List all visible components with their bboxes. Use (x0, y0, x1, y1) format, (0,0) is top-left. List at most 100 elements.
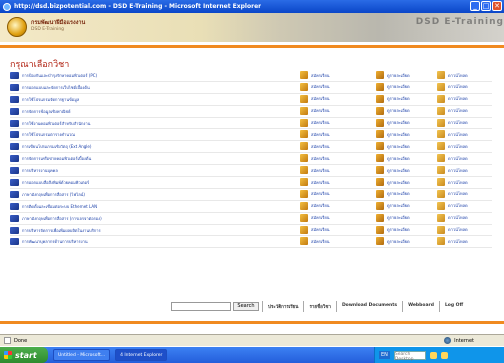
view-link[interactable]: ดูรายละเอียด (387, 202, 410, 209)
register-link[interactable]: สมัครเรียน (311, 83, 330, 90)
register-action[interactable]: สมัครเรียน (300, 201, 330, 210)
register-action[interactable]: สมัครเรียน (300, 94, 330, 103)
register-link[interactable]: สมัครเรียน (311, 226, 330, 233)
register-action[interactable]: สมัครเรียน (300, 178, 330, 187)
docs-link[interactable]: ดาวน์โหลด (448, 238, 468, 245)
start-button[interactable]: start (0, 347, 48, 363)
course-name[interactable]: การติดตั้งและเชื่อมต่อระบบ Ethernet LAN (22, 203, 292, 210)
desktop-search-box[interactable]: Search Desktop (393, 350, 426, 362)
docs-action[interactable]: ดาวน์โหลด (437, 201, 468, 210)
course-name[interactable]: การเขียนโปรแกรมเชิงวัตถุ (Ext Angle) (22, 143, 292, 150)
nav-link-downloads[interactable]: Download Documents (335, 301, 402, 312)
view-link[interactable]: ดูรายละเอียด (387, 190, 410, 197)
register-link[interactable]: สมัครเรียน (311, 167, 330, 174)
docs-link[interactable]: ดาวน์โหลด (448, 95, 468, 102)
register-link[interactable]: สมัครเรียน (311, 95, 330, 102)
view-link[interactable]: ดูรายละเอียด (387, 155, 410, 162)
register-action[interactable]: สมัครเรียน (300, 166, 330, 175)
course-name[interactable]: การบริหารงานบุคคล (22, 167, 292, 174)
view-action[interactable]: ดูรายละเอียด (376, 82, 410, 91)
view-action[interactable]: ดูรายละเอียด (376, 225, 410, 234)
view-link[interactable]: ดูรายละเอียด (387, 83, 410, 90)
course-name[interactable]: การจัดการเครือข่ายคอมพิวเตอร์เบื้องต้น (22, 155, 292, 162)
docs-link[interactable]: ดาวน์โหลด (448, 190, 468, 197)
maximize-button[interactable]: □ (481, 1, 491, 11)
register-link[interactable]: สมัครเรียน (311, 72, 330, 79)
register-action[interactable]: สมัครเรียน (300, 213, 330, 222)
docs-action[interactable]: ดาวน์โหลด (437, 142, 468, 151)
register-action[interactable]: สมัครเรียน (300, 118, 330, 127)
docs-action[interactable]: ดาวน์โหลด (437, 189, 468, 198)
taskbar-item-ie[interactable]: 4 Internet Explorer (115, 349, 168, 361)
docs-link[interactable]: ดาวน์โหลด (448, 143, 468, 150)
register-link[interactable]: สมัครเรียน (311, 214, 330, 221)
view-action[interactable]: ดูรายละเอียด (376, 94, 410, 103)
docs-action[interactable]: ดาวน์โหลด (437, 130, 468, 139)
docs-link[interactable]: ดาวน์โหลด (448, 202, 468, 209)
search-button[interactable]: Search (233, 302, 259, 311)
docs-action[interactable]: ดาวน์โหลด (437, 94, 468, 103)
register-link[interactable]: สมัครเรียน (311, 131, 330, 138)
docs-link[interactable]: ดาวน์โหลด (448, 119, 468, 126)
course-name[interactable]: ภาษาอังกฤษเพื่อการสื่อสาร (การเจรจาต่อรอ… (22, 215, 292, 222)
nav-link-history[interactable]: ประวัติการเรียน (262, 301, 303, 312)
register-action[interactable]: สมัครเรียน (300, 106, 330, 115)
register-action[interactable]: สมัครเรียน (300, 237, 330, 246)
docs-link[interactable]: ดาวน์โหลด (448, 83, 468, 90)
view-action[interactable]: ดูรายละเอียด (376, 118, 410, 127)
course-name[interactable]: การจัดการข้อมูลเชิงพาณิชย์ (22, 108, 292, 115)
view-action[interactable]: ดูรายละเอียด (376, 106, 410, 115)
course-name[interactable]: การออกแบบและจัดการเว็บไซต์เบื้องต้น (22, 84, 292, 91)
view-link[interactable]: ดูรายละเอียด (387, 72, 410, 79)
register-action[interactable]: สมัครเรียน (300, 71, 330, 79)
view-link[interactable]: ดูรายละเอียด (387, 214, 410, 221)
view-link[interactable]: ดูรายละเอียด (387, 95, 410, 102)
docs-action[interactable]: ดาวน์โหลด (437, 118, 468, 127)
register-link[interactable]: สมัครเรียน (311, 107, 330, 114)
view-action[interactable]: ดูรายละเอียด (376, 237, 410, 246)
view-action[interactable]: ดูรายละเอียด (376, 142, 410, 151)
register-link[interactable]: สมัครเรียน (311, 155, 330, 162)
register-link[interactable]: สมัครเรียน (311, 179, 330, 186)
nav-link-logoff[interactable]: Log Off (438, 301, 468, 312)
docs-link[interactable]: ดาวน์โหลด (448, 214, 468, 221)
course-name[interactable]: การใช้งานคอมพิวเตอร์สำหรับสำนักงาน (22, 120, 292, 127)
docs-link[interactable]: ดาวน์โหลด (448, 226, 468, 233)
register-action[interactable]: สมัครเรียน (300, 189, 330, 198)
view-link[interactable]: ดูรายละเอียด (387, 226, 410, 233)
view-action[interactable]: ดูรายละเอียด (376, 201, 410, 210)
docs-action[interactable]: ดาวน์โหลด (437, 106, 468, 115)
register-action[interactable]: สมัครเรียน (300, 225, 330, 234)
close-button[interactable]: ✕ (492, 1, 502, 11)
tray-icon[interactable] (429, 351, 437, 359)
view-link[interactable]: ดูรายละเอียด (387, 131, 410, 138)
view-link[interactable]: ดูรายละเอียด (387, 119, 410, 126)
course-name[interactable]: การป้องกันและบำรุงรักษาคอมพิวเตอร์ (PC) (22, 72, 292, 79)
course-name[interactable]: การใช้โปรแกรมตารางคำนวณ (22, 131, 292, 138)
view-action[interactable]: ดูรายละเอียด (376, 71, 410, 79)
register-action[interactable]: สมัครเรียน (300, 154, 330, 163)
course-name[interactable]: การบริหารจัดการเพื่อเพิ่มผลผลิตในงานบริก… (22, 227, 292, 234)
taskbar-item-word[interactable]: Untitled - Microsoft... (53, 349, 111, 361)
docs-action[interactable]: ดาวน์โหลด (437, 213, 468, 222)
register-link[interactable]: สมัครเรียน (311, 143, 330, 150)
docs-action[interactable]: ดาวน์โหลด (437, 237, 468, 246)
register-link[interactable]: สมัครเรียน (311, 190, 330, 197)
docs-link[interactable]: ดาวน์โหลด (448, 131, 468, 138)
register-link[interactable]: สมัครเรียน (311, 238, 330, 245)
view-link[interactable]: ดูรายละเอียด (387, 179, 410, 186)
course-name[interactable]: การใช้โปรแกรมจัดการฐานข้อมูล (22, 96, 292, 103)
course-name[interactable]: ภาษาอังกฤษเพื่อการสื่อสาร (ไฟไลน์) (22, 191, 292, 198)
view-action[interactable]: ดูรายละเอียด (376, 154, 410, 163)
docs-link[interactable]: ดาวน์โหลด (448, 107, 468, 114)
view-action[interactable]: ดูรายละเอียด (376, 166, 410, 175)
docs-link[interactable]: ดาวน์โหลด (448, 179, 468, 186)
view-action[interactable]: ดูรายละเอียด (376, 178, 410, 187)
docs-action[interactable]: ดาวน์โหลด (437, 166, 468, 175)
register-link[interactable]: สมัครเรียน (311, 119, 330, 126)
docs-link[interactable]: ดาวน์โหลด (448, 155, 468, 162)
language-indicator[interactable]: EN (379, 351, 390, 359)
nav-link-webboard[interactable]: Webboard (402, 301, 439, 312)
docs-action[interactable]: ดาวน์โหลด (437, 71, 468, 79)
view-action[interactable]: ดูรายละเอียด (376, 130, 410, 139)
